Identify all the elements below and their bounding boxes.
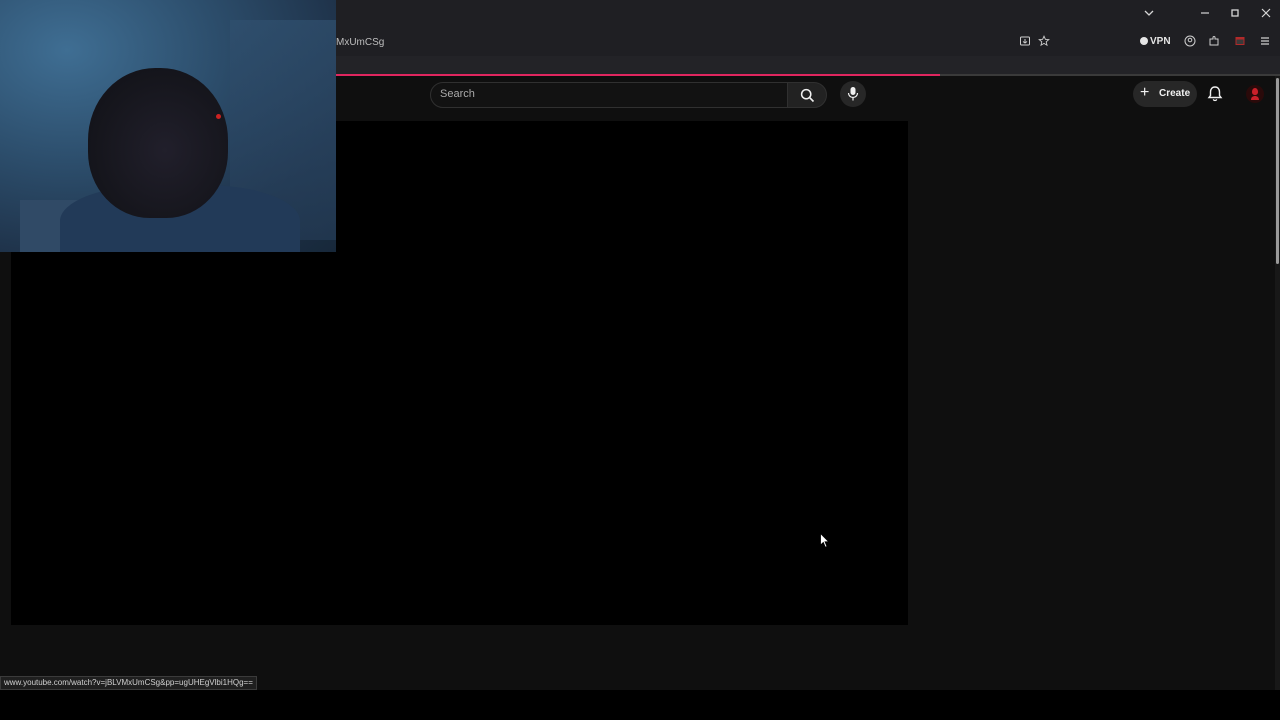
url-text[interactable]: MxUmCSg <box>336 37 384 48</box>
webcam-person-head <box>88 68 228 218</box>
plus-icon: + <box>1140 84 1150 101</box>
vpn-status-icon <box>1140 37 1148 45</box>
mic-icon <box>847 87 859 101</box>
search-input[interactable] <box>440 87 740 101</box>
search-icon <box>800 88 815 103</box>
bookmark-star-icon[interactable] <box>1036 35 1052 51</box>
bell-icon[interactable] <box>1205 84 1225 104</box>
voice-search-button[interactable] <box>840 81 866 107</box>
account-icon[interactable] <box>1182 35 1198 51</box>
vpn-label: VPN <box>1150 36 1171 47</box>
bottom-bar <box>0 690 1280 720</box>
extensions-icon[interactable] <box>1206 35 1222 51</box>
vpn-badge[interactable]: VPN <box>1140 36 1171 47</box>
page-scrollbar-thumb[interactable] <box>1276 78 1279 264</box>
restore-icon[interactable] <box>1226 6 1244 24</box>
avatar-icon[interactable] <box>1246 85 1264 103</box>
webcam-overlay <box>0 0 336 252</box>
install-icon[interactable] <box>1017 35 1033 51</box>
status-bar-link: www.youtube.com/watch?v=jBLVMxUmCSg&pp=u… <box>0 676 257 690</box>
tab-list-chevron-down-icon[interactable] <box>1140 6 1158 24</box>
mouse-cursor-icon <box>820 533 830 548</box>
create-label: Create <box>1159 88 1191 99</box>
menu-icon[interactable] <box>1257 35 1273 51</box>
minimize-icon[interactable] <box>1196 6 1214 24</box>
create-button[interactable]: + Create <box>1133 81 1197 107</box>
calendar-icon[interactable] <box>1232 35 1248 51</box>
close-icon[interactable] <box>1257 6 1275 24</box>
search-button[interactable] <box>787 82 827 108</box>
webcam-headset-light <box>216 114 221 119</box>
